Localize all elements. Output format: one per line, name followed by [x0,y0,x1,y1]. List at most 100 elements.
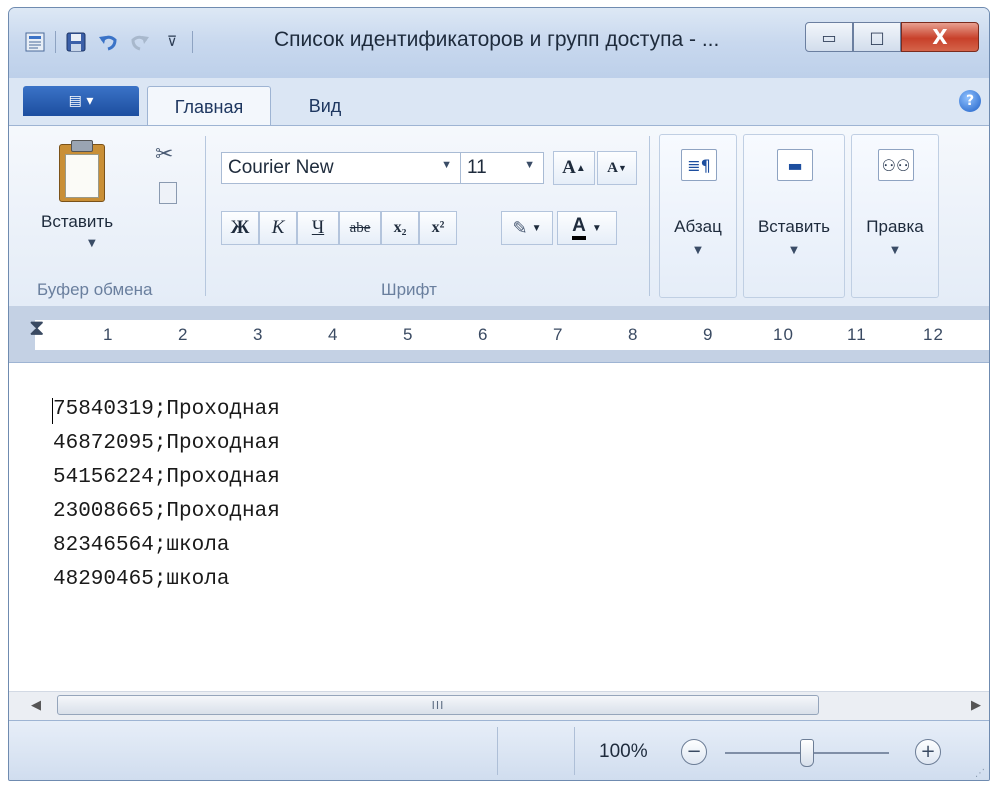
chevron-down-icon: ▼ [441,159,452,171]
ruler-mark: 2 [178,325,189,344]
font-size-select[interactable]: 11 ▼ [460,152,544,184]
scrollbar-thumb[interactable]: III [57,695,819,715]
close-icon: X [932,25,948,49]
highlight-color-button[interactable]: ✎ ▼ [501,211,553,245]
font-color-button[interactable]: A ▼ [557,211,617,245]
zoom-in-button[interactable]: + [915,739,941,765]
indent-marker-icon[interactable]: ⧗ [29,316,44,341]
paste-dropdown-icon[interactable]: ▼ [88,238,96,249]
ruler-mark: 4 [328,325,339,344]
font-family-value: Courier New [228,157,334,178]
group-divider [205,136,206,296]
shrink-font-button[interactable]: A ▼ [597,151,637,185]
strikethrough-button[interactable]: abe [339,211,381,245]
plus-icon: + [920,741,936,762]
menu-icon: ▤ ▾ [68,93,94,109]
save-icon[interactable] [64,30,88,54]
editing-button[interactable]: ⚇⚇ Правка ▼ [851,134,939,298]
document-text[interactable]: 75840319;Проходная 46872095;Проходная 54… [53,393,280,597]
zoom-slider-thumb[interactable] [800,739,814,767]
minus-icon: − [686,741,702,762]
insert-label: Вставить [757,217,831,236]
text-line: 23008665;Проходная [53,500,280,523]
text-line: 82346564;школа [53,534,230,557]
ruler-mark: 7 [553,325,564,344]
font-family-select[interactable]: Courier New ▼ [221,152,461,184]
ribbon-panel: Вставить ▼ ✂ Буфер обмена Courier New ▼ … [9,125,989,307]
text-line: 75840319;Проходная [53,398,280,421]
italic-button[interactable]: К [259,211,297,245]
paste-button-label[interactable]: Вставить [41,212,113,232]
app-icon[interactable] [23,30,47,54]
ruler-mark: 6 [478,325,489,344]
paste-icon[interactable] [53,138,109,202]
insert-button[interactable]: ▬ Вставить ▼ [743,134,845,298]
ruler-mark: 3 [253,325,264,344]
document-area[interactable]: 75840319;Проходная 46872095;Проходная 54… [9,363,989,691]
scroll-left-icon[interactable]: ◀ [31,698,41,713]
maximize-button[interactable]: □ [853,22,901,52]
qat-separator [55,31,56,53]
horizontal-scrollbar[interactable]: ◀ III ▶ [9,691,989,720]
ribbon-tabs: ▤ ▾ Главная Вид ? [9,78,989,127]
redo-icon[interactable] [128,30,152,54]
chevron-down-icon: ▼ [891,245,899,256]
scroll-right-icon[interactable]: ▶ [971,698,981,713]
ruler-mark: 10 [773,325,794,344]
font-size-value: 11 [467,157,487,178]
tab-view[interactable]: Вид [295,86,355,126]
highlighter-icon: ✎ [512,217,528,238]
help-icon[interactable]: ? [959,90,981,112]
minimize-icon: ▭ [821,27,837,47]
resize-grip-icon[interactable]: ⋰ [975,768,985,779]
cut-icon[interactable]: ✂ [155,142,173,167]
window-controls: ▭ □ X [805,22,979,52]
chevron-down-icon: ▼ [790,245,798,256]
grow-font-button[interactable]: A ▲ [553,151,595,185]
superscript-button[interactable]: x² [419,211,457,245]
shrink-font-icon: A [607,159,618,176]
picture-icon: ▬ [777,149,813,181]
paragraph-label: Абзац [674,217,722,236]
subscript-button[interactable]: x₂ [381,211,419,245]
ruler-mark: 12 [923,325,944,344]
bold-button[interactable]: Ж [221,211,259,245]
text-line: 46872095;Проходная [53,432,280,455]
maximize-icon: □ [869,27,885,47]
paragraph-button[interactable]: ≣¶ Абзац ▼ [659,134,737,298]
binoculars-icon: ⚇⚇ [878,149,914,181]
underline-button[interactable]: Ч [297,211,339,245]
paragraph-icon: ≣¶ [681,149,717,181]
app-menu-button[interactable]: ▤ ▾ [23,86,139,116]
window-title: Список идентификаторов и групп доступа -… [274,28,720,51]
ruler-mark: 9 [703,325,714,344]
font-color-icon: A [572,216,586,240]
wordpad-window: ⊽ Список идентификаторов и групп доступа… [8,7,990,781]
undo-icon[interactable] [96,30,120,54]
copy-icon[interactable] [159,182,177,204]
tab-home[interactable]: Главная [147,86,271,127]
ruler-mark: 11 [847,325,867,344]
status-separator [497,727,498,775]
zoom-level: 100% [599,741,648,762]
text-line: 54156224;Проходная [53,466,280,489]
clipboard-group-label: Буфер обмена [37,280,153,299]
ruler-scale: 1 2 3 4 5 6 7 8 9 10 11 12 [35,320,989,350]
grow-font-icon: A [562,157,576,178]
close-button[interactable]: X [901,22,979,52]
customize-icon[interactable]: ⊽ [160,30,184,54]
title-bar[interactable]: ⊽ Список идентификаторов и групп доступа… [9,8,989,78]
qat-separator-2 [192,31,193,53]
chevron-down-icon: ▼ [694,245,702,256]
text-line: 48290465;школа [53,568,230,591]
zoom-out-button[interactable]: − [681,739,707,765]
status-separator [574,727,575,775]
ruler-mark: 1 [103,325,114,344]
minimize-button[interactable]: ▭ [805,22,853,52]
grip-icon: III [431,698,445,712]
font-group-label: Шрифт [381,280,437,299]
group-divider-2 [649,136,650,296]
ruler-mark: 5 [403,325,414,344]
ruler[interactable]: 1 2 3 4 5 6 7 8 9 10 11 12 ⧗ [9,306,989,363]
quick-access-toolbar: ⊽ [23,28,193,56]
